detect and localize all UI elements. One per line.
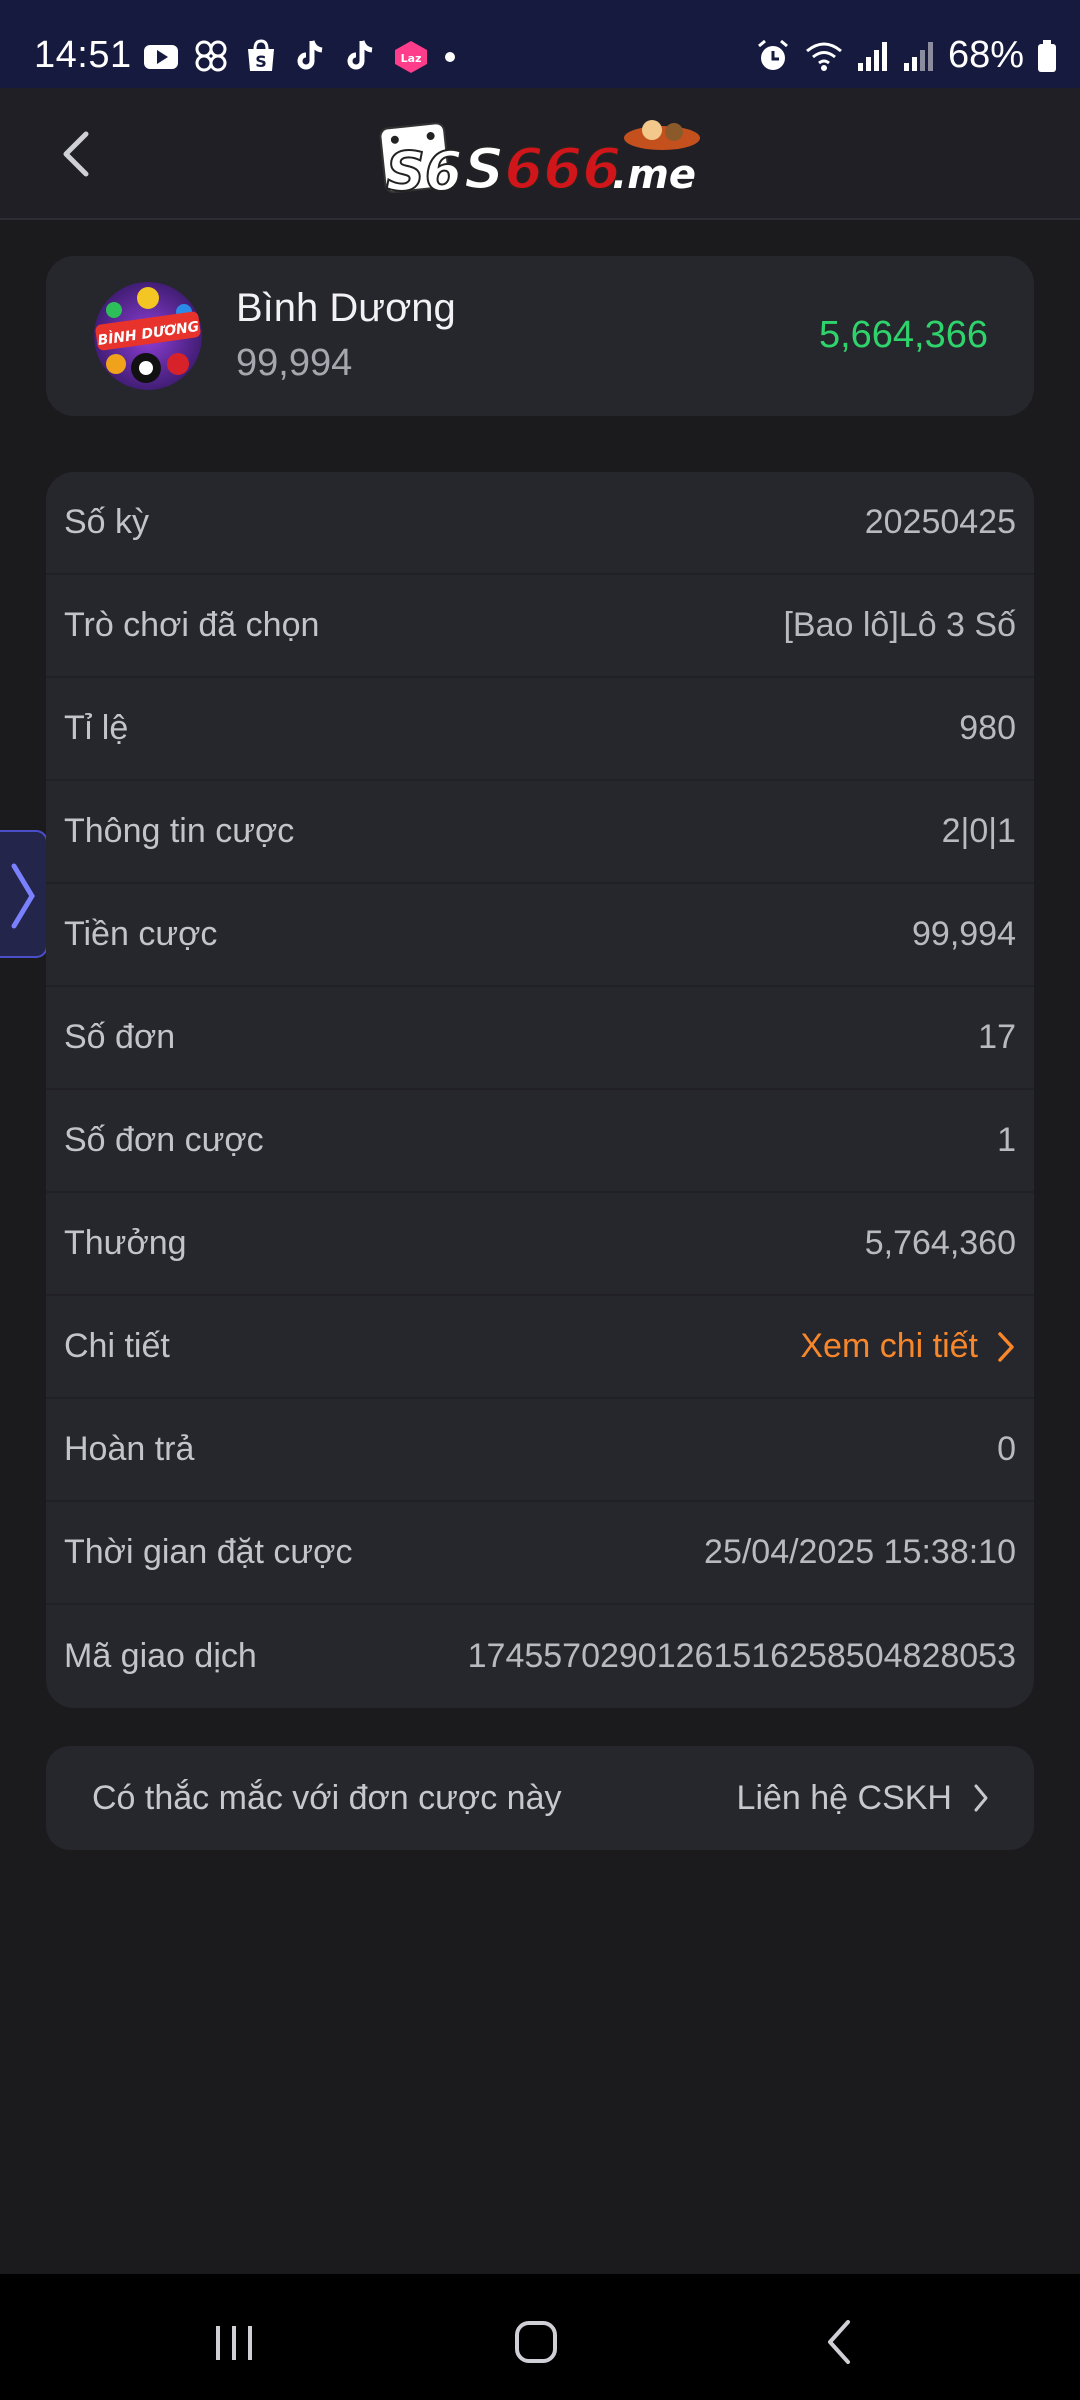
detail-label: Hoàn trả — [64, 1430, 195, 1468]
side-drawer-handle[interactable] — [0, 830, 48, 958]
detail-row-transaction-id: Mã giao dịch 174557029012615162585048280… — [46, 1605, 1034, 1708]
pinwheel-icon — [195, 40, 227, 72]
detail-row-bet-order-count: Số đơn cược 1 — [46, 1090, 1034, 1193]
detail-row-game: Trò chơi đã chọn [Bao lô]Lô 3 Số — [46, 575, 1034, 678]
detail-row-period: Số kỳ 20250425 — [46, 472, 1034, 575]
detail-value: 5,764,360 — [864, 1224, 1016, 1262]
contact-support-link[interactable]: Liên hệ CSKH — [737, 1779, 990, 1818]
detail-label: Số đơn — [64, 1018, 176, 1056]
youtube-icon — [144, 45, 178, 69]
detail-value: 99,994 — [912, 915, 1016, 953]
detail-label: Trò chơi đã chọn — [64, 606, 320, 644]
logo-text-me: .me — [612, 152, 696, 198]
bet-summary-card: BÌNH DƯƠNG Bình Dương 99,994 5,664,366 — [46, 256, 1034, 416]
support-card: Có thắc mắc với đơn cược này Liên hệ CSK… — [46, 1746, 1034, 1850]
detail-value: 20250425 — [864, 503, 1016, 541]
chevron-right-icon — [11, 863, 35, 929]
detail-row-stake: Tiền cược 99,994 — [46, 884, 1034, 987]
detail-row-bet-time: Thời gian đặt cược 25/04/2025 15:38:10 — [46, 1502, 1034, 1605]
detail-row-refund: Hoàn trả 0 — [46, 1399, 1034, 1502]
contact-support-label: Liên hệ CSKH — [736, 1778, 952, 1817]
shopee-icon: S — [248, 39, 274, 71]
detail-row-prize: Thưởng 5,764,360 — [46, 1193, 1034, 1296]
detail-row-bet-info: Thông tin cược 2|0|1 — [46, 781, 1034, 884]
battery-icon — [1038, 39, 1056, 72]
detail-label: Chi tiết — [64, 1327, 170, 1365]
svg-text:S: S — [255, 52, 267, 71]
system-indicators: 68% — [754, 34, 1058, 77]
detail-row-order-count: Số đơn 17 — [46, 987, 1034, 1090]
detail-label: Thưởng — [64, 1224, 187, 1262]
home-icon[interactable] — [506, 2312, 566, 2372]
signal-icon — [903, 41, 933, 71]
detail-row-odds: Tỉ lệ 980 — [46, 678, 1034, 781]
detail-label: Mã giao dịch — [64, 1637, 257, 1675]
summary-winnings: 5,664,366 — [818, 314, 988, 356]
battery-percent: 68% — [947, 34, 1024, 76]
wifi-icon — [805, 42, 842, 71]
detail-value: 25/04/2025 15:38:10 — [704, 1533, 1016, 1571]
detail-value: 0 — [997, 1430, 1016, 1468]
logo-text-s6: S6 — [386, 140, 462, 202]
tiktok-icon — [347, 40, 373, 70]
status-bar: 14:51 S Laz 68% — [0, 0, 1080, 88]
tiktok-icon — [297, 40, 323, 70]
detail-value: [Bao lô]Lô 3 Số — [783, 606, 1016, 644]
detail-label: Số đơn cược — [64, 1121, 264, 1159]
s666-logo: S6 S666 .me — [379, 120, 700, 202]
alarm-icon — [757, 39, 788, 70]
status-time: 14:51 — [34, 34, 132, 76]
detail-label: Thông tin cược — [64, 812, 295, 850]
view-details-link[interactable]: Xem chi tiết — [800, 1327, 1016, 1366]
back-icon[interactable] — [810, 2312, 870, 2372]
lottery-name: Bình Dương — [236, 286, 456, 330]
chevron-right-icon — [998, 1331, 1014, 1362]
bet-details-table: Số kỳ 20250425 Trò chơi đã chọn [Bao lô]… — [46, 472, 1034, 1708]
view-details-label: Xem chi tiết — [800, 1327, 978, 1365]
binh-duong-lottery-icon: BÌNH DƯƠNG — [94, 282, 202, 390]
chevron-right-icon — [974, 1784, 988, 1812]
summary-stake: 99,994 — [236, 342, 353, 384]
detail-label: Tiền cược — [64, 915, 218, 953]
support-question: Có thắc mắc với đơn cược này — [92, 1778, 562, 1817]
detail-value: 1 — [997, 1121, 1016, 1159]
detail-label: Tỉ lệ — [64, 709, 129, 747]
detail-row-details: Chi tiết Xem chi tiết — [46, 1296, 1034, 1399]
logo-text-s666: S666 — [464, 137, 621, 202]
recent-apps-icon[interactable] — [204, 2312, 264, 2372]
app-header: S6 S666 .me — [0, 88, 1080, 220]
detail-value: 17 — [978, 1018, 1016, 1056]
detail-value: 17455702901261516258504828053 — [467, 1637, 1016, 1675]
logo-mascot-icon — [624, 120, 700, 150]
detail-label: Thời gian đặt cược — [64, 1533, 353, 1571]
detail-value: 2|0|1 — [941, 812, 1016, 850]
dot-icon — [445, 52, 455, 62]
detail-label: Số kỳ — [64, 503, 150, 541]
lazada-icon: Laz — [395, 41, 427, 73]
system-nav-bar — [0, 2274, 1080, 2400]
svg-text:Laz: Laz — [401, 52, 422, 65]
detail-value: 980 — [959, 709, 1016, 747]
back-arrow-icon[interactable] — [48, 124, 108, 184]
notification-icons: S Laz — [142, 36, 458, 76]
signal-icon — [857, 41, 887, 71]
